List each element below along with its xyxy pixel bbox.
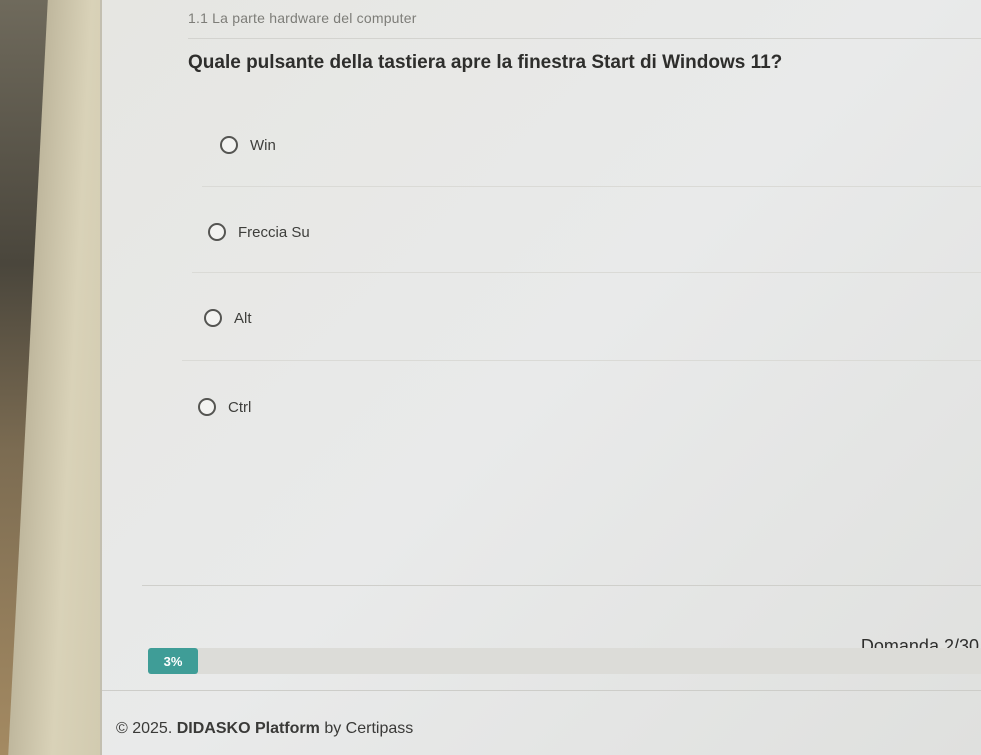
progress-percent: 3% <box>163 653 183 669</box>
answer-option-ctrl[interactable]: Ctrl <box>198 398 251 416</box>
platform-name[interactable]: DIDASKO Platform <box>177 720 320 737</box>
answer-option-alt[interactable]: Alt <box>204 309 252 327</box>
radio-button[interactable] <box>220 136 238 154</box>
progress-bar: 3% <box>148 648 981 674</box>
option-label: Win <box>250 136 276 154</box>
option-divider <box>202 186 981 187</box>
copyright-text: © 2025. <box>116 720 173 737</box>
option-label: Ctrl <box>228 398 252 416</box>
option-label: Alt <box>234 309 252 327</box>
vendor-text: by Certipass <box>324 720 414 737</box>
option-divider <box>192 272 981 273</box>
divider <box>188 38 981 39</box>
section-title: 1.1 La parte hardware del computer <box>188 10 417 26</box>
answer-option-freccia-su[interactable]: Freccia Su <box>208 223 310 241</box>
radio-button[interactable] <box>204 309 222 327</box>
option-label: Freccia Su <box>238 223 310 241</box>
radio-button[interactable] <box>198 398 216 416</box>
question-text: Quale pulsante della tastiera apre la fi… <box>188 52 783 73</box>
option-divider <box>182 360 981 361</box>
divider <box>142 585 981 586</box>
radio-button[interactable] <box>208 223 226 241</box>
footer: © 2025. DIDASKO Platform by Certipass <box>116 720 413 738</box>
progress-fill: 3% <box>148 648 198 674</box>
answer-option-win[interactable]: Win <box>220 136 276 154</box>
quiz-screen: 1.1 La parte hardware del computer Quale… <box>100 0 981 755</box>
divider <box>102 690 981 691</box>
